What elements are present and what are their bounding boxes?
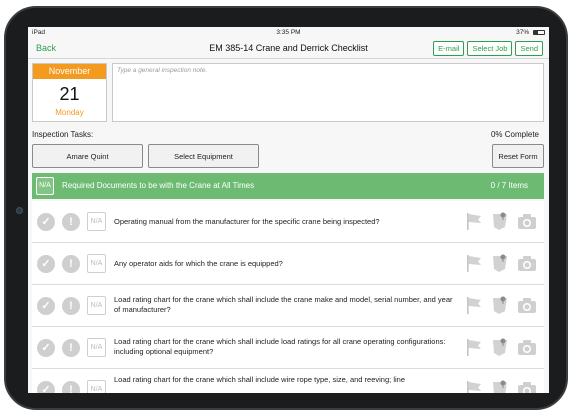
checklist-item: ✓ ! N/A Load rating chart for the crane …	[32, 327, 544, 369]
checklist-item: ✓ ! N/A Load rating chart for the crane …	[32, 369, 544, 393]
flag-icon[interactable]	[464, 211, 484, 231]
pushpin-icon[interactable]	[490, 211, 510, 231]
nav-actions: E-mail Select Job Send	[433, 41, 543, 56]
exclamation-icon[interactable]: !	[62, 297, 80, 315]
section-item-count: 0 / 7 Items	[490, 181, 528, 190]
na-button[interactable]: N/A	[87, 212, 106, 231]
item-actions	[464, 379, 538, 393]
na-button[interactable]: N/A	[87, 380, 106, 393]
camera-icon[interactable]	[516, 211, 538, 231]
reset-form-button[interactable]: Reset Form	[492, 144, 544, 168]
exclamation-icon[interactable]: !	[62, 213, 80, 231]
check-icon[interactable]: ✓	[37, 339, 55, 357]
checklist-item: ✓ ! N/A Load rating chart for the crane …	[32, 285, 544, 327]
check-icon[interactable]: ✓	[37, 297, 55, 315]
item-actions	[464, 211, 538, 231]
item-text: Load rating chart for the crane which sh…	[114, 295, 453, 314]
item-actions	[464, 295, 538, 315]
check-icon[interactable]: ✓	[37, 213, 55, 231]
date-weekday: Monday	[55, 108, 84, 117]
camera-icon[interactable]	[516, 295, 538, 315]
clock: 3:35 PM	[276, 29, 301, 36]
na-button[interactable]: N/A	[87, 296, 106, 315]
front-camera	[16, 207, 23, 214]
battery-icon	[533, 30, 545, 35]
camera-icon[interactable]	[516, 337, 538, 357]
battery-status: 37%	[516, 29, 545, 36]
flag-icon[interactable]	[464, 253, 484, 273]
email-button[interactable]: E-mail	[433, 41, 465, 56]
item-text: Load rating chart for the crane which sh…	[114, 375, 405, 384]
camera-icon[interactable]	[516, 253, 538, 273]
navigation-bar: Back EM 385-14 Crane and Derrick Checkli…	[28, 39, 549, 59]
select-equipment-button[interactable]: Select Equipment	[148, 144, 259, 168]
check-icon[interactable]: ✓	[37, 255, 55, 273]
flag-icon[interactable]	[464, 337, 484, 357]
select-job-button[interactable]: Select Job	[467, 41, 513, 56]
flag-icon[interactable]	[464, 295, 484, 315]
general-note-input[interactable]: Type a general inspection note.	[112, 63, 544, 122]
section-header[interactable]: N/A Required Documents to be with the Cr…	[32, 173, 544, 199]
pushpin-icon[interactable]	[490, 253, 510, 273]
section-na-button[interactable]: N/A	[36, 177, 54, 195]
date-day: 21	[59, 84, 80, 104]
item-text: Operating manual from the manufacturer f…	[114, 217, 380, 226]
flag-icon[interactable]	[464, 379, 484, 393]
item-text: Load rating chart for the crane which sh…	[114, 337, 446, 356]
send-button[interactable]: Send	[515, 41, 543, 56]
na-button[interactable]: N/A	[87, 338, 106, 357]
check-icon[interactable]: ✓	[37, 381, 55, 393]
item-actions	[464, 337, 538, 357]
date-month: November	[33, 64, 106, 79]
battery-percent: 37%	[516, 29, 530, 36]
inspection-tasks-label: Inspection Tasks:	[32, 130, 94, 139]
pushpin-icon[interactable]	[490, 295, 510, 315]
exclamation-icon[interactable]: !	[62, 381, 80, 393]
camera-icon[interactable]	[516, 379, 538, 393]
checklist: ✓ ! N/A Operating manual from the manufa…	[32, 201, 544, 393]
completion-percent: 0% Complete	[490, 130, 539, 139]
section-title: Required Documents to be with the Crane …	[62, 181, 255, 190]
inspector-button[interactable]: Amare Quint	[32, 144, 143, 168]
date-picker[interactable]: November 21 Monday	[32, 63, 107, 122]
status-bar: iPad 3:35 PM 37%	[28, 27, 549, 39]
pushpin-icon[interactable]	[490, 379, 510, 393]
app-screen: iPad 3:35 PM 37% Back EM 385-14 Crane an…	[28, 27, 549, 393]
checklist-item: ✓ ! N/A Any operator aids for which the …	[32, 243, 544, 285]
item-actions	[464, 253, 538, 273]
pushpin-icon[interactable]	[490, 337, 510, 357]
exclamation-icon[interactable]: !	[62, 339, 80, 357]
checklist-item: ✓ ! N/A Operating manual from the manufa…	[32, 201, 544, 243]
item-text: Any operator aids for which the crane is…	[114, 259, 283, 268]
exclamation-icon[interactable]: !	[62, 255, 80, 273]
na-button[interactable]: N/A	[87, 254, 106, 273]
